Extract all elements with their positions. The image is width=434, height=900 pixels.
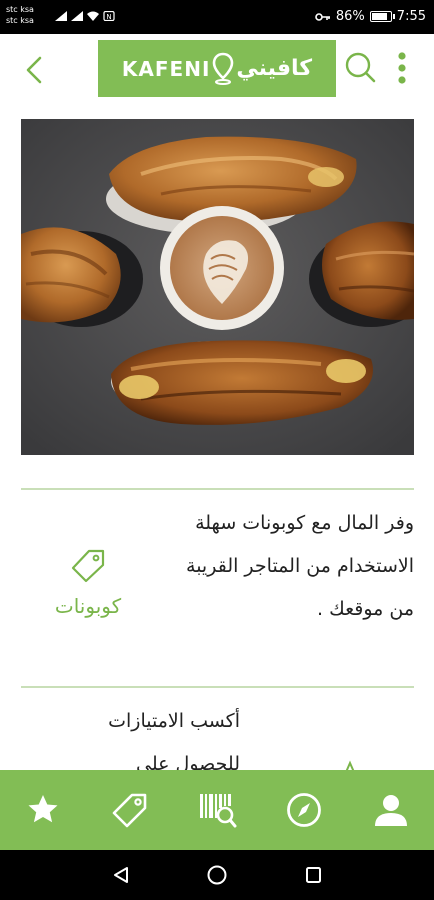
square-recents-icon bbox=[306, 867, 321, 883]
carrier-names: stc ksa stc ksa bbox=[6, 4, 34, 26]
battery-fill bbox=[371, 13, 387, 20]
chevron-left-icon bbox=[26, 56, 42, 84]
signal-icon bbox=[55, 11, 67, 21]
tag-icon bbox=[71, 549, 105, 583]
system-navigation-bar bbox=[0, 850, 434, 900]
compass-icon bbox=[286, 793, 321, 827]
nav-favorites[interactable] bbox=[13, 780, 73, 840]
circle-home-icon bbox=[207, 865, 227, 885]
battery-icon bbox=[369, 11, 395, 22]
system-back-button[interactable] bbox=[109, 863, 133, 887]
wifi-icon bbox=[87, 11, 99, 21]
feature-coupons-description: وفر المال مع كوبونات سهلة الاستخدام من ا… bbox=[186, 512, 414, 620]
search-button[interactable] bbox=[342, 48, 378, 88]
battery-percent: 86% bbox=[335, 9, 365, 24]
nav-coupons[interactable] bbox=[100, 780, 160, 840]
carrier-1: stc ksa bbox=[6, 5, 34, 14]
overflow-menu-button[interactable] bbox=[390, 48, 414, 88]
app-screen: stc ksa stc ksa N 86% 7:55 KAFENI كافيني… bbox=[0, 0, 434, 900]
tag-icon bbox=[112, 793, 147, 828]
logo-latin-text: KAFENI bbox=[121, 56, 211, 81]
hero-image bbox=[21, 119, 414, 455]
status-right: 86% 7:55 bbox=[315, 9, 426, 24]
signal-icon bbox=[71, 11, 83, 21]
user-icon bbox=[374, 795, 407, 826]
pastries-coffee-photo bbox=[21, 119, 414, 455]
map-pin-icon bbox=[213, 52, 234, 85]
coupons-label: كوبونات bbox=[54, 594, 122, 618]
barcode-search-icon bbox=[199, 794, 237, 828]
nav-scan[interactable] bbox=[187, 780, 247, 840]
search-icon bbox=[345, 52, 376, 83]
logo-arabic-text: كافيني bbox=[236, 56, 313, 81]
signal-indicators: N bbox=[55, 11, 115, 21]
section-divider bbox=[21, 488, 414, 490]
coupons-link[interactable]: كوبونات bbox=[36, 548, 140, 618]
more-vertical-icon bbox=[398, 52, 406, 84]
nav-explore[interactable] bbox=[274, 780, 334, 840]
app-logo: KAFENI كافيني bbox=[98, 40, 336, 97]
app-header: KAFENI كافيني bbox=[0, 34, 434, 106]
star-icon bbox=[28, 795, 58, 823]
nav-profile[interactable] bbox=[361, 780, 421, 840]
svg-text:N: N bbox=[106, 13, 111, 21]
key-icon bbox=[315, 12, 330, 21]
bottom-navigation bbox=[0, 770, 434, 850]
clock: 7:55 bbox=[396, 9, 426, 24]
system-home-button[interactable] bbox=[205, 863, 229, 887]
section-divider bbox=[21, 686, 414, 688]
system-recents-button[interactable] bbox=[301, 863, 325, 887]
triangle-back-icon bbox=[114, 867, 128, 883]
nfc-icon: N bbox=[103, 11, 115, 21]
back-button[interactable] bbox=[18, 50, 50, 90]
status-bar: stc ksa stc ksa N 86% 7:55 bbox=[0, 0, 434, 34]
carrier-2: stc ksa bbox=[6, 16, 34, 25]
